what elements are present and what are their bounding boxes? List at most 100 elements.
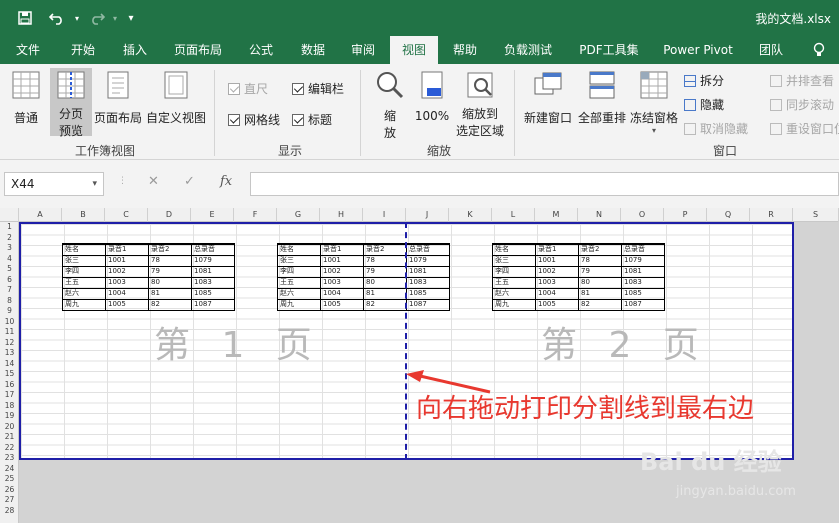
row-header[interactable]: 3: [0, 243, 19, 254]
table-cell[interactable]: 1085: [621, 287, 665, 300]
tab-pdf-tools[interactable]: PDF工具集: [572, 36, 646, 64]
tab-review[interactable]: 审阅: [340, 36, 386, 64]
row-header[interactable]: 8: [0, 296, 19, 307]
split-button[interactable]: 拆分: [684, 72, 724, 89]
table-cell[interactable]: 总录音: [191, 243, 235, 256]
name-box[interactable]: X44 ▾: [4, 172, 104, 196]
select-all-corner[interactable]: [0, 208, 19, 222]
headings-checkbox[interactable]: 标题: [292, 111, 332, 128]
table-cell[interactable]: 赵六: [62, 287, 106, 300]
row-header[interactable]: 11: [0, 327, 19, 338]
undo-icon[interactable]: [46, 8, 68, 28]
table-cell[interactable]: 80: [363, 276, 407, 289]
row-header[interactable]: 5: [0, 264, 19, 275]
table-cell[interactable]: 1002: [320, 265, 364, 278]
unhide-button[interactable]: 取消隐藏: [684, 120, 748, 137]
column-header[interactable]: J: [406, 208, 449, 222]
insert-function-icon[interactable]: fx: [220, 174, 232, 189]
row-header[interactable]: 23: [0, 453, 19, 464]
table-cell[interactable]: 赵六: [277, 287, 321, 300]
table-cell[interactable]: 1085: [406, 287, 450, 300]
table-cell[interactable]: 1004: [535, 287, 579, 300]
row-header[interactable]: 19: [0, 411, 19, 422]
normal-view-button[interactable]: 普通: [4, 70, 48, 126]
table-cell[interactable]: 1081: [621, 265, 665, 278]
row-header[interactable]: 7: [0, 285, 19, 296]
hide-button[interactable]: 隐藏: [684, 96, 724, 113]
table-cell[interactable]: 82: [363, 298, 407, 311]
tab-load-test[interactable]: 负载测试: [494, 36, 562, 64]
row-header[interactable]: 4: [0, 254, 19, 265]
table-cell[interactable]: 80: [148, 276, 192, 289]
table-cell[interactable]: 王五: [492, 276, 536, 289]
formula-bar-checkbox[interactable]: 编辑栏: [292, 80, 344, 97]
page-layout-view-button[interactable]: 页面布局: [92, 70, 144, 126]
table-cell[interactable]: 1081: [191, 265, 235, 278]
table-cell[interactable]: 录音2: [363, 243, 407, 256]
column-header[interactable]: L: [492, 208, 535, 222]
table-cell[interactable]: 1004: [105, 287, 149, 300]
column-header[interactable]: C: [105, 208, 148, 222]
table-cell[interactable]: 总录音: [406, 243, 450, 256]
customize-icon[interactable]: ▾: [120, 8, 142, 28]
formula-input[interactable]: [250, 172, 839, 196]
page-break-line[interactable]: [405, 222, 407, 460]
table-cell[interactable]: 1003: [535, 276, 579, 289]
table-cell[interactable]: 81: [578, 287, 622, 300]
table-cell[interactable]: 1083: [406, 276, 450, 289]
table-cell[interactable]: 1001: [320, 254, 364, 267]
table-cell[interactable]: 1085: [191, 287, 235, 300]
table-cell[interactable]: 张三: [492, 254, 536, 267]
cancel-icon[interactable]: ✕: [148, 174, 159, 189]
zoom-100-button[interactable]: 100%: [412, 70, 452, 123]
tab-help[interactable]: 帮助: [442, 36, 488, 64]
freeze-panes-button[interactable]: 冻结窗格 ▾: [628, 70, 680, 135]
save-icon[interactable]: [14, 8, 36, 28]
table-cell[interactable]: 79: [363, 265, 407, 278]
undo-dropdown-icon[interactable]: ▾: [66, 8, 88, 28]
row-header[interactable]: 26: [0, 485, 19, 496]
reset-window-position-button[interactable]: 重设窗口位: [770, 120, 839, 137]
tab-power-pivot[interactable]: Power Pivot: [656, 36, 740, 64]
gridlines-checkbox[interactable]: 网格线: [228, 111, 280, 128]
table-cell[interactable]: 1079: [191, 254, 235, 267]
tab-home[interactable]: 开始: [58, 36, 108, 64]
sync-scroll-button[interactable]: 同步滚动: [770, 96, 834, 113]
table-cell[interactable]: 总录音: [621, 243, 665, 256]
table-cell[interactable]: 1081: [406, 265, 450, 278]
tab-page-layout[interactable]: 页面布局: [164, 36, 232, 64]
zoom-button[interactable]: 缩 放: [368, 70, 412, 141]
column-header[interactable]: I: [363, 208, 406, 222]
table-cell[interactable]: 79: [148, 265, 192, 278]
row-header[interactable]: 17: [0, 390, 19, 401]
table-cell[interactable]: 81: [148, 287, 192, 300]
table-cell[interactable]: 录音1: [320, 243, 364, 256]
row-header[interactable]: 25: [0, 474, 19, 485]
row-header[interactable]: 24: [0, 464, 19, 475]
table-cell[interactable]: 78: [148, 254, 192, 267]
column-header[interactable]: S: [793, 208, 839, 222]
table-cell[interactable]: 录音1: [535, 243, 579, 256]
row-header[interactable]: 15: [0, 369, 19, 380]
arrange-all-button[interactable]: 全部重排: [576, 70, 628, 126]
page-break-preview-button[interactable]: 分页 预览: [50, 68, 92, 138]
table-cell[interactable]: 78: [363, 254, 407, 267]
chevron-down-icon[interactable]: ▾: [92, 173, 97, 195]
table-cell[interactable]: 录音1: [105, 243, 149, 256]
table-cell[interactable]: 1002: [105, 265, 149, 278]
table-cell[interactable]: 1083: [191, 276, 235, 289]
new-window-button[interactable]: 新建窗口: [520, 70, 576, 126]
table-cell[interactable]: 1079: [621, 254, 665, 267]
table-cell[interactable]: 1003: [320, 276, 364, 289]
row-header[interactable]: 16: [0, 380, 19, 391]
table-cell[interactable]: 李四: [277, 265, 321, 278]
row-header[interactable]: 6: [0, 275, 19, 286]
column-header[interactable]: B: [62, 208, 105, 222]
column-header[interactable]: M: [535, 208, 578, 222]
column-header[interactable]: Q: [707, 208, 750, 222]
table-cell[interactable]: 赵六: [492, 287, 536, 300]
row-header[interactable]: 22: [0, 443, 19, 454]
enter-icon[interactable]: ✓: [184, 174, 195, 189]
tab-file[interactable]: 文件: [4, 36, 52, 64]
row-header[interactable]: 28: [0, 506, 19, 517]
